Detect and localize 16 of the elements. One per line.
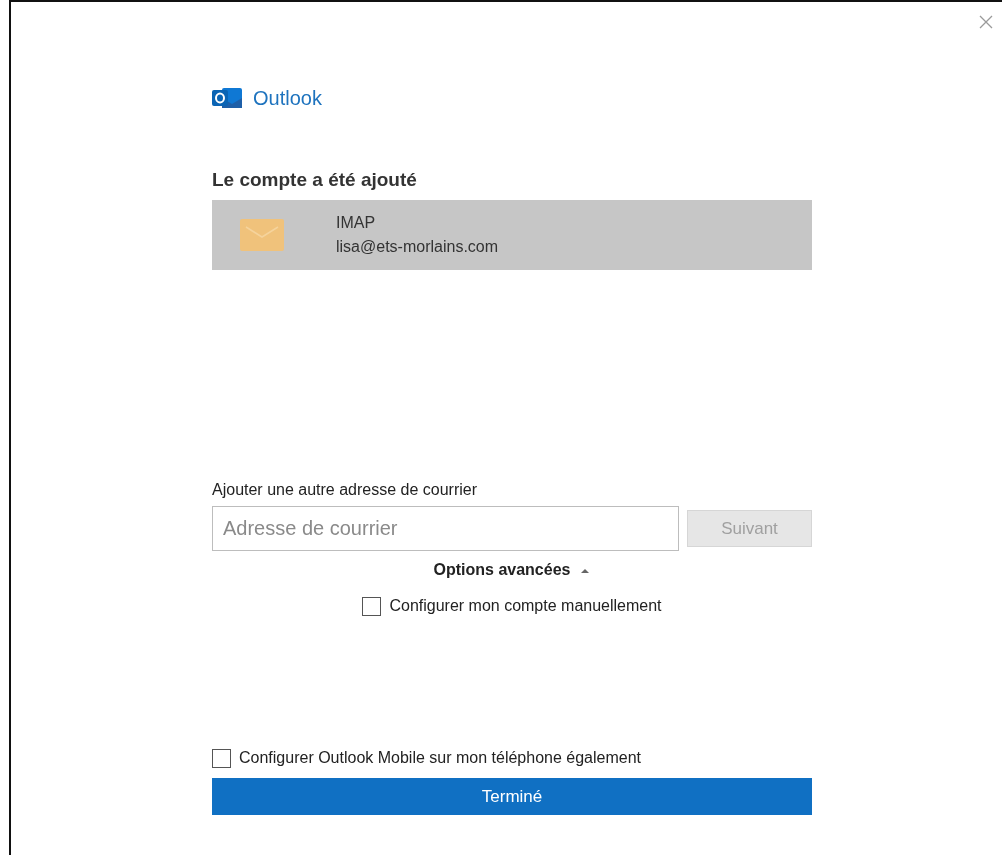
checkbox[interactable] (362, 596, 382, 616)
account-email: lisa@ets-morlains.com (336, 237, 499, 257)
account-type: IMAP (336, 213, 377, 233)
advanced-options-toggle[interactable]: Options avancées (433, 559, 591, 581)
field-label: Ajouter une autre adresse de courrier (212, 480, 479, 500)
email-input-field[interactable]: Adresse de courrier (212, 506, 679, 551)
checkbox[interactable] (212, 748, 231, 768)
account-item[interactable]: IMAP lisa@ets-morlains.com (212, 200, 812, 270)
checkbox-label: Configurer mon compte manuellement (389, 596, 662, 616)
checkbox-label: Configurer Outlook Mobile sur mon téléphone également (239, 748, 641, 768)
app-name: Outlook (253, 86, 322, 111)
close-icon (979, 15, 993, 29)
heading: Le compte a été ajouté (212, 168, 418, 192)
envelope-icon (240, 219, 284, 251)
outlook-logo-icon (212, 86, 243, 110)
done-button[interactable]: Terminé (212, 778, 812, 815)
